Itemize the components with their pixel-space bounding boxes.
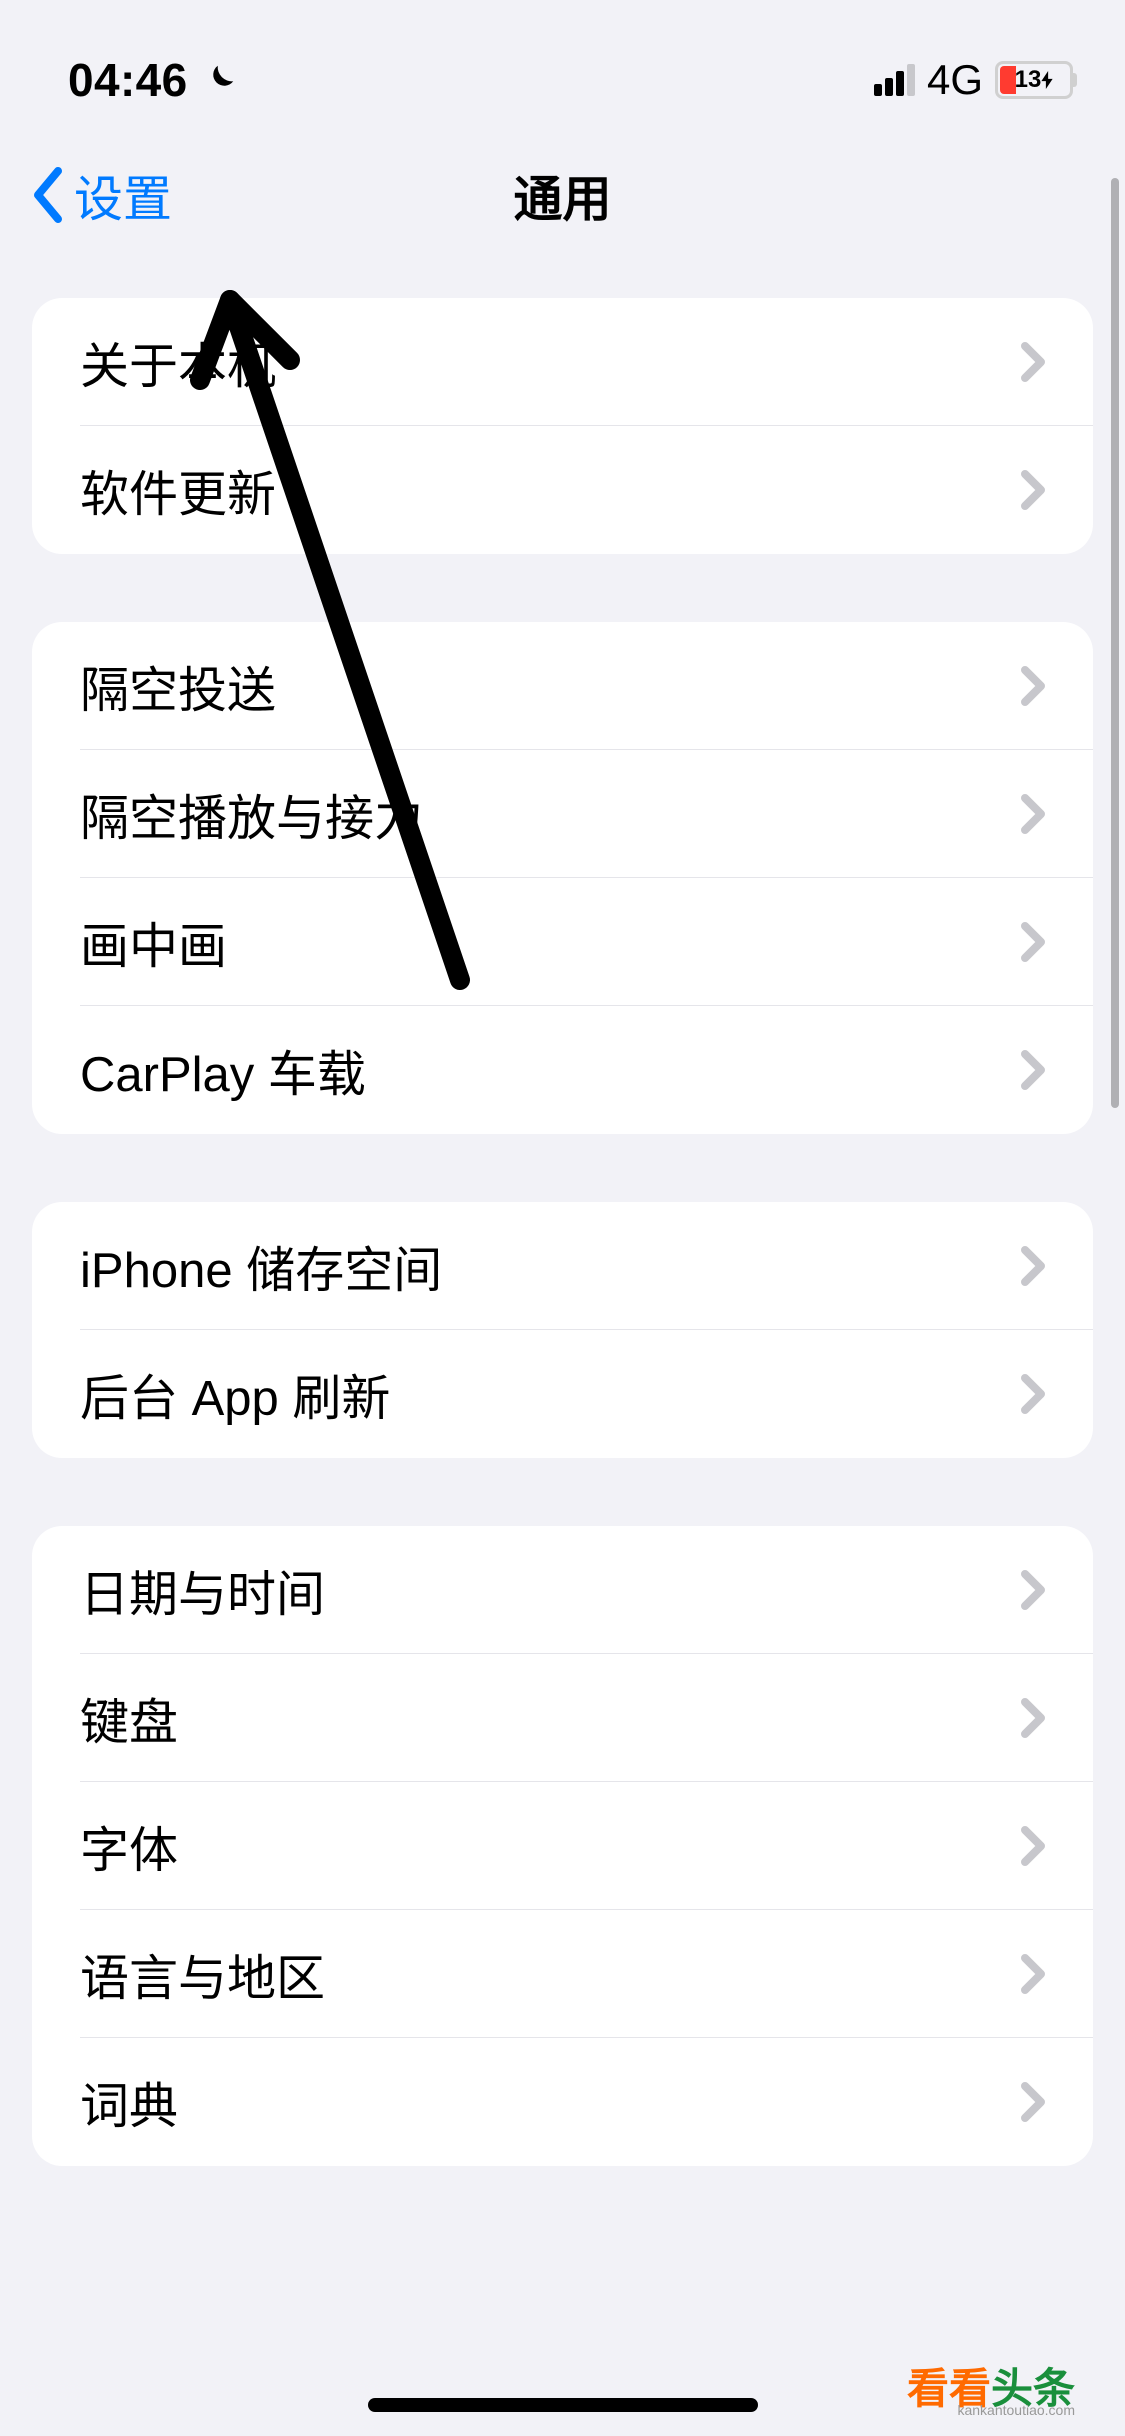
row-label: 画中画 bbox=[80, 907, 227, 978]
watermark: 看看头条 kankantoutiao.com bbox=[907, 2355, 1075, 2416]
row-iphone-storage[interactable]: iPhone 储存空间 bbox=[32, 1202, 1093, 1330]
chevron-right-icon bbox=[1021, 794, 1045, 834]
status-left: 04:46 bbox=[68, 53, 238, 107]
chevron-right-icon bbox=[1021, 342, 1045, 382]
row-label: 日期与时间 bbox=[80, 1555, 325, 1626]
row-label: 隔空播放与接力 bbox=[80, 779, 423, 850]
chevron-right-icon bbox=[1021, 2082, 1045, 2122]
row-airdrop[interactable]: 隔空投送 bbox=[32, 622, 1093, 750]
section-system: 日期与时间 键盘 字体 语言与地区 词典 bbox=[32, 1526, 1093, 2166]
row-label: iPhone 储存空间 bbox=[80, 1231, 442, 1302]
chevron-right-icon bbox=[1021, 470, 1045, 510]
watermark-url: kankantoutiao.com bbox=[957, 2402, 1075, 2418]
row-label: 关于本机 bbox=[80, 327, 276, 398]
row-about[interactable]: 关于本机 bbox=[32, 298, 1093, 426]
row-dictionary[interactable]: 词典 bbox=[32, 2038, 1093, 2166]
row-software-update[interactable]: 软件更新 bbox=[32, 426, 1093, 554]
chevron-right-icon bbox=[1021, 1246, 1045, 1286]
status-time: 04:46 bbox=[68, 53, 188, 107]
scroll-indicator[interactable] bbox=[1111, 178, 1119, 1108]
row-label: CarPlay 车载 bbox=[80, 1035, 366, 1106]
battery-icon: 13 bbox=[995, 61, 1073, 99]
chevron-right-icon bbox=[1021, 1374, 1045, 1414]
chevron-right-icon bbox=[1021, 1698, 1045, 1738]
section-about: 关于本机 软件更新 bbox=[32, 298, 1093, 554]
row-font[interactable]: 字体 bbox=[32, 1782, 1093, 1910]
row-date-time[interactable]: 日期与时间 bbox=[32, 1526, 1093, 1654]
row-language-region[interactable]: 语言与地区 bbox=[32, 1910, 1093, 2038]
chevron-right-icon bbox=[1021, 1954, 1045, 1994]
chevron-right-icon bbox=[1021, 666, 1045, 706]
chevron-left-icon bbox=[30, 167, 66, 223]
row-keyboard[interactable]: 键盘 bbox=[32, 1654, 1093, 1782]
row-airplay-handoff[interactable]: 隔空播放与接力 bbox=[32, 750, 1093, 878]
charging-icon bbox=[1041, 71, 1053, 89]
row-background-refresh[interactable]: 后台 App 刷新 bbox=[32, 1330, 1093, 1458]
signal-icon bbox=[874, 64, 915, 96]
chevron-right-icon bbox=[1021, 922, 1045, 962]
row-label: 词典 bbox=[80, 2067, 178, 2138]
section-storage: iPhone 储存空间 后台 App 刷新 bbox=[32, 1202, 1093, 1458]
row-label: 字体 bbox=[80, 1811, 178, 1882]
back-label: 设置 bbox=[74, 160, 172, 231]
row-label: 后台 App 刷新 bbox=[80, 1359, 390, 1430]
network-type: 4G bbox=[927, 56, 983, 104]
nav-bar: 设置 通用 bbox=[0, 130, 1125, 260]
row-label: 键盘 bbox=[80, 1683, 178, 1754]
chevron-right-icon bbox=[1021, 1570, 1045, 1610]
back-button[interactable]: 设置 bbox=[30, 160, 172, 231]
status-bar: 04:46 4G 13 bbox=[0, 0, 1125, 130]
battery-level: 13 bbox=[1015, 66, 1042, 94]
home-indicator[interactable] bbox=[368, 2398, 758, 2412]
row-pip[interactable]: 画中画 bbox=[32, 878, 1093, 1006]
page-title: 通用 bbox=[513, 160, 611, 231]
row-carplay[interactable]: CarPlay 车载 bbox=[32, 1006, 1093, 1134]
content: 关于本机 软件更新 隔空投送 隔空播放与接力 画中画 CarPlay 车载 iP… bbox=[0, 298, 1125, 2166]
row-label: 软件更新 bbox=[80, 455, 276, 526]
chevron-right-icon bbox=[1021, 1826, 1045, 1866]
moon-icon bbox=[200, 61, 238, 99]
chevron-right-icon bbox=[1021, 1050, 1045, 1090]
row-label: 隔空投送 bbox=[80, 651, 276, 722]
status-right: 4G 13 bbox=[874, 56, 1073, 104]
row-label: 语言与地区 bbox=[80, 1939, 325, 2010]
section-airdrop: 隔空投送 隔空播放与接力 画中画 CarPlay 车载 bbox=[32, 622, 1093, 1134]
